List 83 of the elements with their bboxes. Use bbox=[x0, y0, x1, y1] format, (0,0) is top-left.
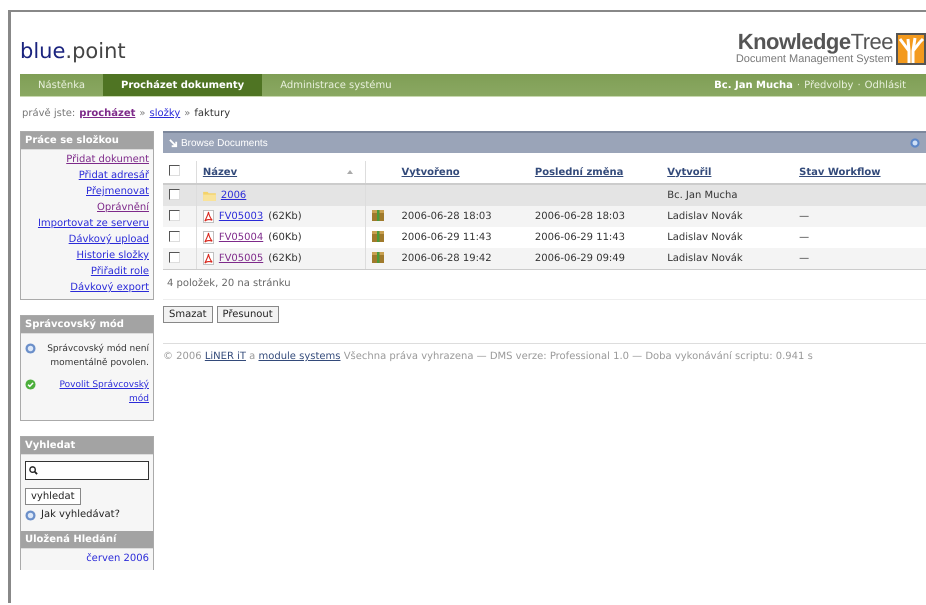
file-size: (62Kb) bbox=[268, 253, 302, 264]
package-icon[interactable] bbox=[372, 252, 384, 262]
panel-title: Práce se složkou bbox=[21, 132, 153, 150]
saved-search-link[interactable]: červen 2006 bbox=[86, 553, 149, 564]
table-cell: 2006-06-28 18:03 bbox=[528, 206, 662, 227]
table-cell: — bbox=[793, 248, 926, 270]
pdf-file-icon bbox=[202, 231, 214, 244]
search-button[interactable]: vyhledat bbox=[25, 488, 81, 505]
folder-action-link[interactable]: Dávkový export bbox=[70, 282, 149, 293]
document-link[interactable]: FV05003 bbox=[218, 211, 264, 222]
help-icon[interactable] bbox=[910, 138, 920, 148]
enable-admin-link[interactable]: Povolit Správcovský mód bbox=[41, 378, 149, 406]
table-cell: 2006-06-29 09:49 bbox=[528, 248, 662, 270]
package-icon[interactable] bbox=[372, 210, 384, 220]
separator-dot: · bbox=[857, 80, 861, 90]
check-icon bbox=[25, 379, 36, 390]
browse-title: Browse Documents bbox=[181, 138, 269, 148]
breadcrumb-separator: » bbox=[184, 108, 190, 119]
footer-link[interactable]: LiNER iT bbox=[204, 351, 246, 362]
panel-title: Správcovský mód bbox=[21, 316, 153, 334]
item-count: 4 položek, 20 na stránku bbox=[163, 270, 926, 300]
column-header[interactable]: Stav Workflow bbox=[799, 166, 881, 178]
table-cell: 2006-06-28 18:03 bbox=[396, 206, 529, 227]
row-checkbox[interactable] bbox=[169, 210, 180, 220]
breadcrumb-separator: » bbox=[139, 108, 146, 119]
table-cell: 2006-06-29 11:43 bbox=[396, 227, 529, 248]
separator-dot: · bbox=[796, 80, 800, 90]
row-checkbox[interactable] bbox=[169, 252, 180, 262]
search-help-link[interactable]: Jak vyhledávat? bbox=[41, 509, 120, 520]
table-cell: Ladislav Novák bbox=[661, 227, 794, 248]
breadcrumb-current: faktury bbox=[194, 108, 230, 119]
logo-subtitle: Document Management System bbox=[736, 53, 893, 65]
folder-action-link[interactable]: Historie složky bbox=[76, 250, 149, 261]
panel-title: Vyhledat bbox=[21, 437, 153, 455]
table-cell: — bbox=[793, 227, 926, 248]
folder-action-link[interactable]: Importovat ze serveru bbox=[38, 218, 149, 229]
action-button[interactable]: Přesunout bbox=[216, 306, 279, 323]
folder-icon bbox=[202, 190, 216, 200]
breadcrumb-label: právě jste: bbox=[22, 108, 76, 119]
package-icon[interactable] bbox=[372, 230, 384, 242]
column-header[interactable]: Vytvořeno bbox=[402, 166, 460, 178]
folder-action-link[interactable]: Přiřadit role bbox=[90, 266, 149, 277]
table-cell: — bbox=[793, 206, 926, 227]
table-cell: Ladislav Novák bbox=[661, 206, 794, 227]
arrow-icon bbox=[169, 138, 178, 148]
file-size: (62Kb) bbox=[268, 211, 302, 222]
tree-logo-icon bbox=[896, 33, 926, 65]
folder-action-link[interactable]: Přidat dokument bbox=[66, 154, 149, 165]
footer-text: © 2006 LiNER iT a module systems Všechna práva vyhrazena — DMS verze: Professional 1.0 — Doba vykonávání scriptu: 0.941 s bbox=[163, 343, 926, 362]
document-link[interactable]: FV05004 bbox=[218, 232, 264, 243]
row-checkbox[interactable] bbox=[169, 230, 180, 242]
table-cell: 2006-06-28 19:42 bbox=[396, 248, 529, 270]
table-cell: 2006-06-29 11:43 bbox=[528, 227, 662, 248]
admin-mode-status: Správcovský mód není momentálně povolen. bbox=[46, 342, 149, 370]
breadcrumb-link[interactable]: složky bbox=[150, 108, 180, 119]
folder-action-link[interactable]: Oprávnění bbox=[97, 202, 149, 213]
folder-action-link[interactable]: Přejmenovat bbox=[86, 186, 149, 197]
logo-title: KnowledgeTree bbox=[736, 31, 893, 53]
user-name: Bc. Jan Mucha bbox=[714, 80, 793, 90]
site-title: blue.point bbox=[20, 39, 126, 63]
action-button[interactable]: Smazat bbox=[163, 306, 213, 323]
column-header[interactable]: Poslední změna bbox=[534, 166, 624, 178]
footer-link[interactable]: module systems bbox=[258, 351, 341, 362]
search-icon bbox=[29, 466, 38, 475]
column-header[interactable]: Název bbox=[202, 166, 238, 178]
folder-action-link[interactable]: Dávkový upload bbox=[68, 234, 149, 245]
breadcrumb-link[interactable]: procházet bbox=[79, 108, 136, 119]
search-field[interactable] bbox=[25, 461, 149, 480]
pdf-file-icon bbox=[202, 252, 214, 265]
file-size: (60Kb) bbox=[268, 232, 302, 243]
info-icon bbox=[25, 343, 36, 354]
pdf-file-icon bbox=[202, 210, 214, 223]
document-link[interactable]: 2006 bbox=[220, 190, 246, 201]
column-header[interactable]: Vytvořil bbox=[667, 166, 712, 178]
table-cell: Ladislav Novák bbox=[661, 248, 794, 270]
info-icon bbox=[25, 510, 36, 521]
table-cell: Bc. Jan Mucha bbox=[661, 184, 794, 206]
document-link[interactable]: FV05005 bbox=[218, 253, 264, 264]
folder-action-link[interactable]: Přidat adresář bbox=[78, 170, 149, 181]
row-checkbox[interactable] bbox=[169, 188, 180, 200]
nav-tab[interactable]: Procházet dokumenty bbox=[102, 74, 262, 96]
select-all-checkbox[interactable] bbox=[169, 165, 180, 176]
panel-title: Uložená Hledání bbox=[21, 531, 153, 549]
